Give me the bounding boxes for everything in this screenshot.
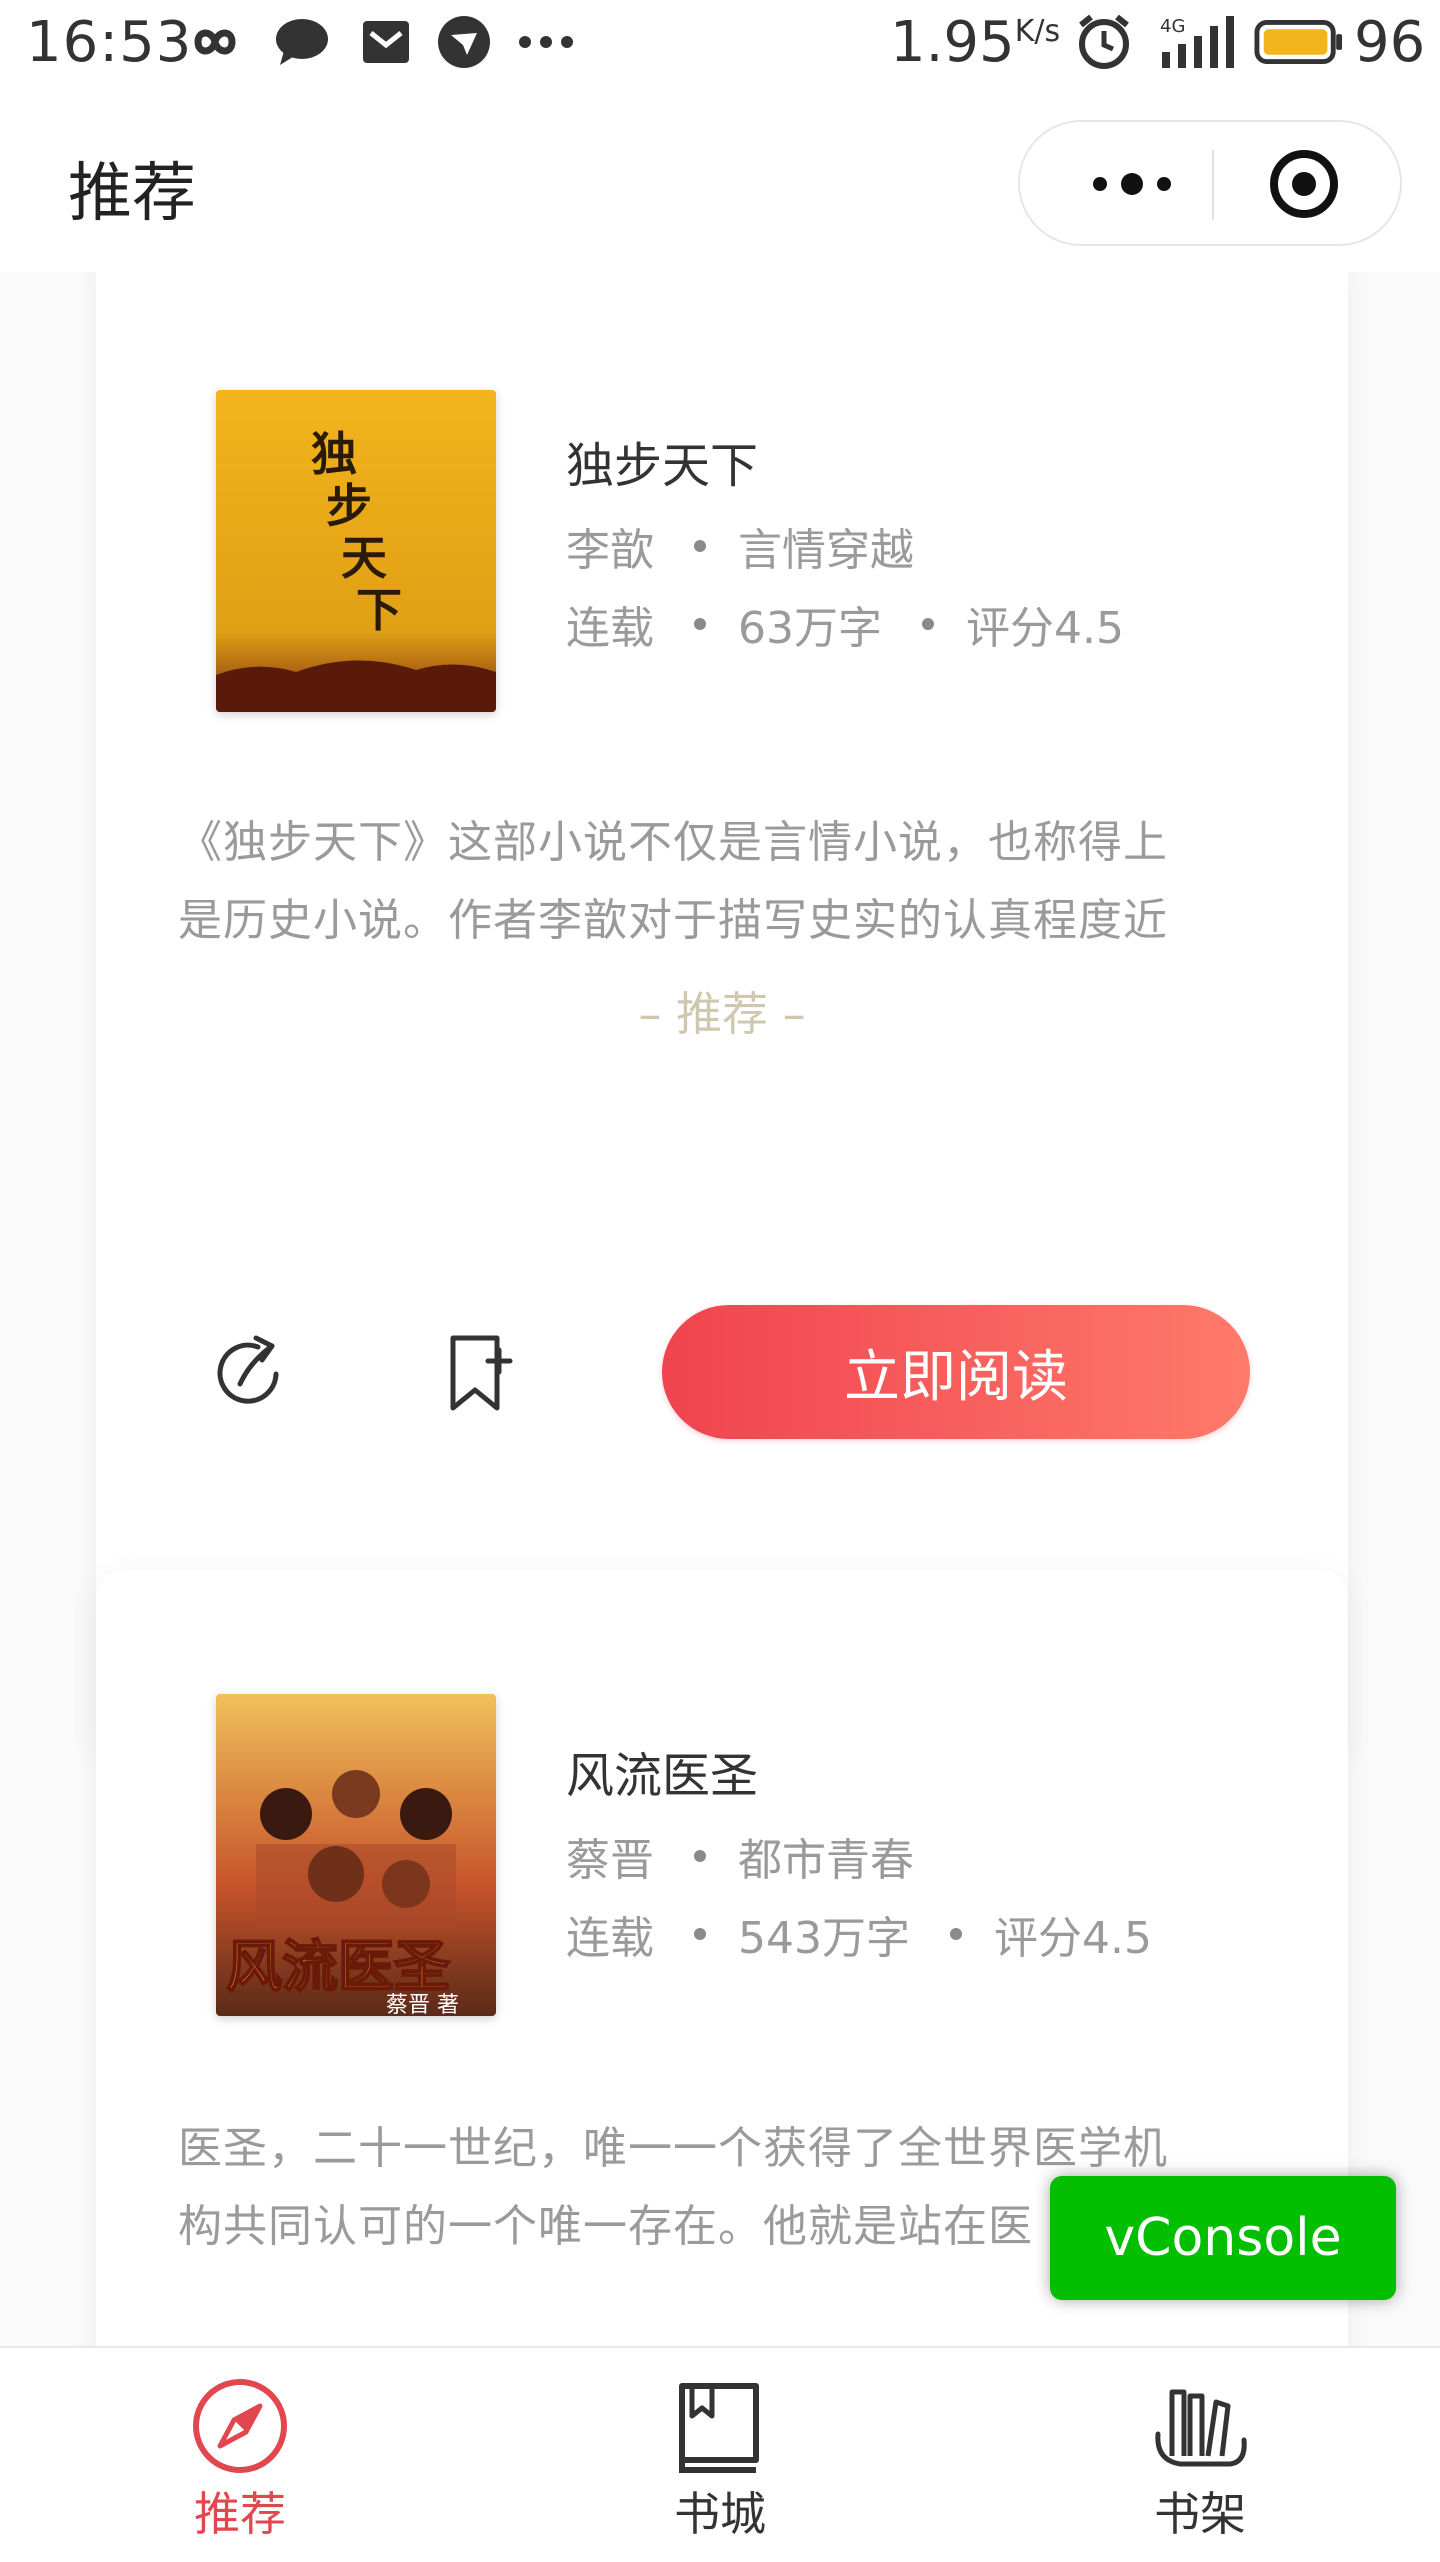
capsule-divider [1212,150,1214,220]
alarm-icon [1074,14,1134,70]
nav-bar: 推荐 [0,92,1440,272]
status-time: 16:53 [26,10,193,75]
signal-icon: 4G [1160,14,1234,70]
tab-label: 推荐 [194,2487,286,2541]
svg-text:步: 步 [326,479,372,533]
mini-program-capsule [1018,120,1402,246]
mail-icon [358,14,414,70]
status-bar: 16:53 1.95K/s 4G 96 [0,0,1440,92]
svg-text:蔡晋 著: 蔡晋 著 [386,1993,459,2016]
book-title[interactable]: 独步天下 [566,426,758,496]
tab-bar: 推荐 书城 书架 [0,2346,1440,2560]
book-author: 李歆 [566,525,654,576]
book-meta-stats: 连载 543万字 评分4.5 [566,1902,1152,1966]
battery-icon [1254,14,1344,70]
bookmark-add-icon[interactable] [430,1324,530,1424]
tab-bookshelf[interactable]: 书架 [960,2348,1440,2562]
book-category: 都市青春 [738,1835,914,1886]
vconsole-button[interactable]: vConsole [1050,2176,1396,2300]
svg-text:风流医圣: 风流医圣 [226,1934,450,2000]
recommend-tag: – 推荐 – [638,987,806,1041]
book-icon [670,2376,770,2476]
tab-recommend[interactable]: 推荐 [0,2348,480,2562]
book-author: 蔡晋 [566,1835,654,1886]
network-speed: 1.95K/s [890,10,1061,75]
book-category: 言情穿越 [738,525,914,576]
svg-text:下: 下 [356,583,402,637]
book-cover[interactable]: 独 步 天 下 [216,390,496,712]
book-card: 独 步 天 下 独步天下 李歆 言情穿越 连载 63万字 评分4.5 《独步天下… [96,272,1348,1764]
infinity-icon [180,14,250,70]
book-description: 《独步天下》这部小说不仅是言情小说，也称得上 是历史小说。作者李歆对于描写史实的… [178,817,1168,946]
book-words: 543万字 [738,1913,910,1964]
tab-label: 书架 [1154,2487,1246,2541]
target-icon[interactable] [1268,148,1340,220]
book-rating: 评分4.5 [993,1913,1152,1964]
more-dots-icon [516,14,576,70]
book-meta-author: 李歆 言情穿越 [566,514,914,578]
book-words: 63万字 [738,603,882,654]
book-rating: 评分4.5 [966,603,1124,654]
svg-text:4G: 4G [1160,16,1185,37]
svg-text:独: 独 [311,427,357,481]
read-now-button[interactable]: 立即阅读 [662,1305,1250,1439]
tab-bookstore[interactable]: 书城 [480,2348,960,2562]
book-meta-stats: 连载 63万字 评分4.5 [566,592,1124,656]
book-meta-author: 蔡晋 都市青春 [566,1824,914,1888]
svg-text:天: 天 [341,531,387,585]
book-status: 连载 [566,603,654,654]
more-dots-icon[interactable] [1072,152,1192,216]
tab-label: 书城 [674,2487,766,2541]
book-cover[interactable]: 风流医圣 蔡晋 著 [216,1694,496,2016]
page-title: 推荐 [68,157,196,231]
battery-level: 96 [1354,10,1426,75]
bookshelf-icon [1150,2376,1250,2476]
share-icon[interactable] [202,1324,302,1424]
book-status: 连载 [566,1913,654,1964]
book-list[interactable]: 独 步 天 下 独步天下 李歆 言情穿越 连载 63万字 评分4.5 《独步天下… [0,272,1440,2346]
bird-app-icon [436,14,492,70]
book-title[interactable]: 风流医圣 [566,1736,758,1806]
compass-icon [190,2376,290,2476]
chat-bubble-icon [272,14,332,70]
